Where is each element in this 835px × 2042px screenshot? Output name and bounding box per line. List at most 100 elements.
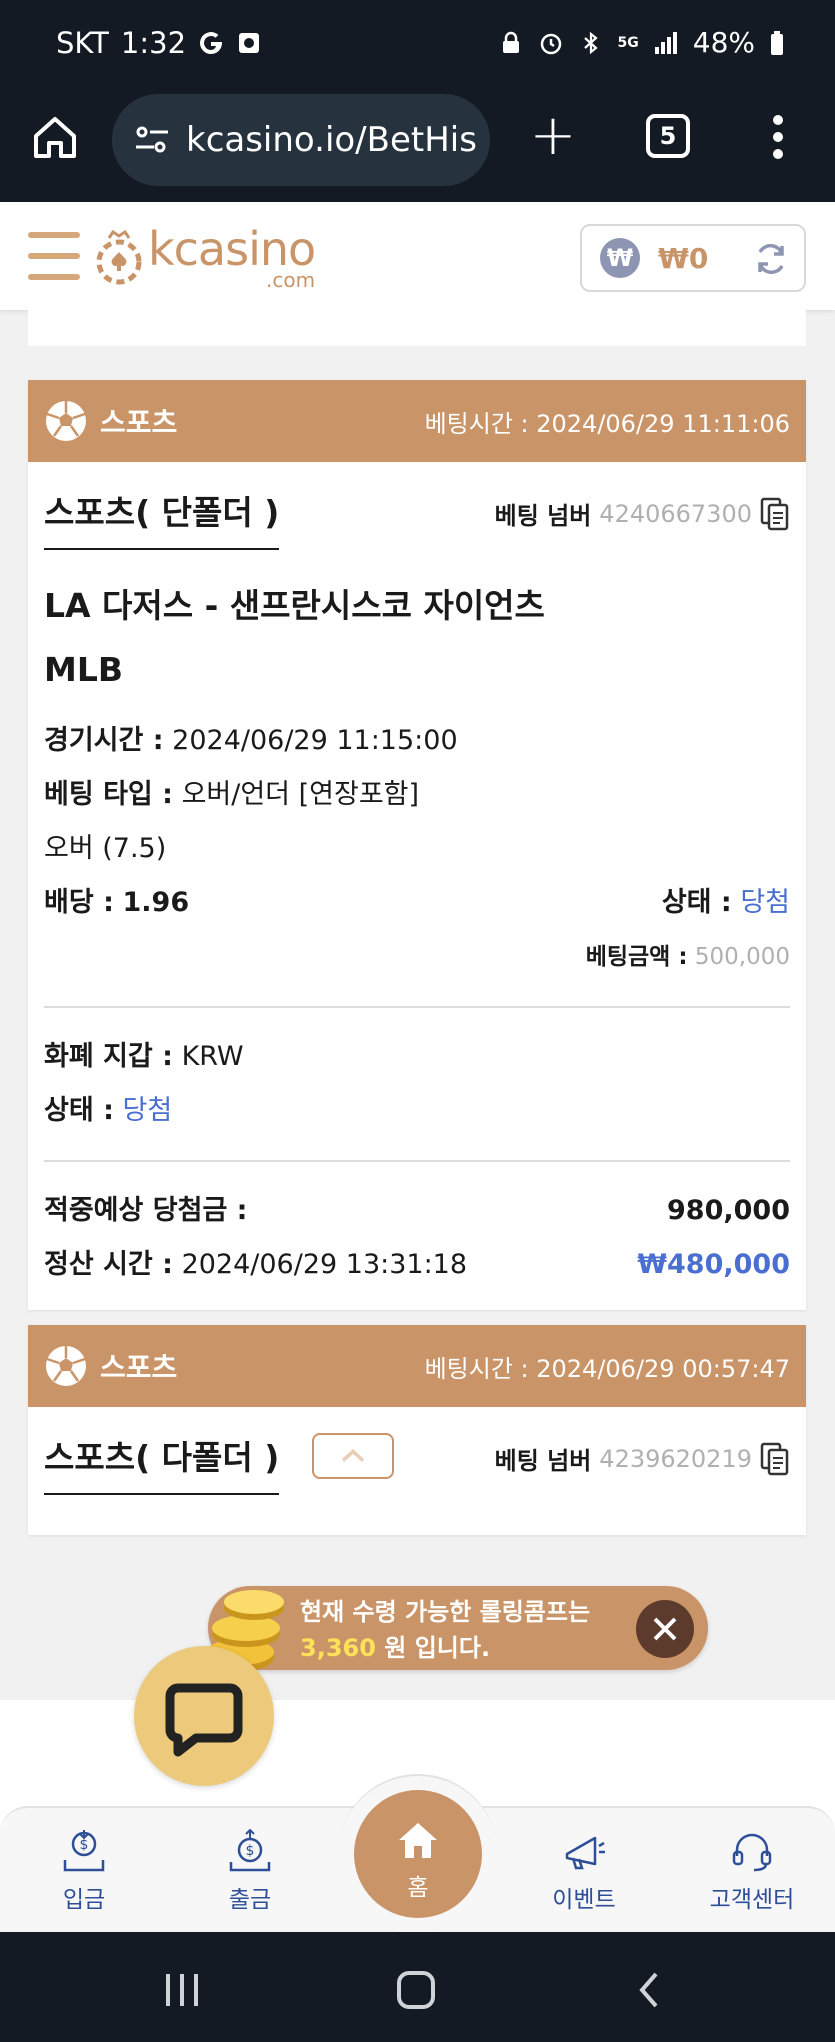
bluetooth-icon bbox=[583, 31, 598, 54]
live-chat-button[interactable] bbox=[134, 1646, 274, 1786]
status2-row: 상태 : 당첨 bbox=[44, 1084, 790, 1138]
battery-icon bbox=[771, 30, 783, 55]
home-nav-icon[interactable] bbox=[396, 1970, 436, 2010]
signal-icon bbox=[654, 31, 677, 54]
lock-icon bbox=[502, 31, 519, 53]
expand-toggle-button[interactable] bbox=[312, 1433, 394, 1479]
status-label: 상태 : bbox=[661, 887, 732, 918]
bet-number-label: 베팅 넘버 bbox=[494, 502, 592, 530]
selection-value: 오버 (7.5) bbox=[44, 833, 167, 864]
app-notification-icon bbox=[239, 33, 260, 53]
divider bbox=[44, 1160, 790, 1162]
bet-time: 베팅시간 : 2024/06/29 00:57:47 bbox=[424, 1354, 790, 1383]
amount-label: 베팅금액 : bbox=[585, 944, 688, 970]
logo-text: kcasino bbox=[148, 222, 316, 276]
divider bbox=[44, 1006, 790, 1008]
game-time-label: 경기시간 : bbox=[44, 725, 164, 756]
site-header: kcasino .com ₩ ₩0 bbox=[0, 202, 835, 310]
bet-time: 베팅시간 : 2024/06/29 11:11:06 bbox=[424, 409, 790, 438]
expected-label: 적중예상 당첨금 : bbox=[44, 1195, 248, 1226]
google-icon bbox=[200, 32, 223, 55]
nav-events[interactable]: 이벤트 bbox=[524, 1828, 644, 1914]
nav-deposit[interactable]: $ 입금 bbox=[24, 1828, 144, 1914]
site-logo[interactable]: kcasino .com bbox=[94, 222, 316, 292]
close-button[interactable] bbox=[636, 1600, 694, 1658]
card-category: 스포츠 bbox=[100, 1351, 178, 1384]
amount-value: 500,000 bbox=[694, 944, 790, 970]
betting-type-row: 베팅 타입 : 오버/언더 [연장포함] bbox=[44, 768, 790, 822]
copy-icon[interactable] bbox=[760, 497, 790, 531]
soccer-ball-icon bbox=[46, 1346, 86, 1386]
odds-row: 배당 : 1.96 상태 : 당첨 bbox=[44, 876, 790, 930]
balance-box: ₩ ₩0 bbox=[580, 224, 806, 292]
bet-type-title: 스포츠( 단폴더 ) bbox=[44, 486, 280, 550]
betting-type-value: 오버/언더 [연장포함] bbox=[181, 779, 420, 810]
copy-icon[interactable] bbox=[760, 1442, 790, 1476]
promo-line2: 원 입니다. bbox=[384, 1634, 491, 1662]
overflow-menu-icon[interactable] bbox=[768, 112, 788, 162]
match-title: LA 다저스 - 샌프란시스코 자이언츠 bbox=[44, 586, 545, 625]
wallet-value: KRW bbox=[181, 1041, 244, 1072]
expected-value: 980,000 bbox=[667, 1195, 790, 1226]
nav-support[interactable]: 고객센터 bbox=[692, 1828, 812, 1914]
won-icon: ₩ bbox=[600, 238, 640, 278]
nav-label: 홈 bbox=[407, 1875, 429, 1901]
url-text: kcasino.io/BetHis bbox=[186, 120, 476, 160]
nav-label: 고객센터 bbox=[709, 1887, 795, 1913]
tab-switcher-button[interactable]: 5 bbox=[646, 114, 690, 158]
status2-label: 상태 : bbox=[44, 1095, 114, 1126]
odds-value: 1.96 bbox=[122, 887, 190, 918]
balance-amount: ₩0 bbox=[658, 241, 709, 275]
settle-label: 정산 시간 : bbox=[44, 1249, 173, 1280]
refresh-icon[interactable] bbox=[752, 240, 790, 278]
settle-row: 정산 시간 : 2024/06/29 13:31:18 ₩480,000 bbox=[44, 1238, 790, 1310]
league-name: MLB bbox=[44, 650, 124, 689]
card-category: 스포츠 bbox=[100, 406, 178, 439]
status2-value: 당첨 bbox=[122, 1095, 173, 1126]
bet-number-value: 4239620219 bbox=[599, 1444, 752, 1473]
chevron-up-icon bbox=[341, 1448, 365, 1462]
browser-toolbar: kcasino.io/BetHis + 5 bbox=[0, 90, 835, 202]
system-navigation-bar bbox=[0, 1932, 835, 2042]
nav-withdraw[interactable]: $ 출금 bbox=[190, 1828, 310, 1914]
nav-label: 출금 bbox=[228, 1887, 272, 1913]
chat-bubble-icon bbox=[165, 1683, 243, 1757]
game-time-row: 경기시간 : 2024/06/29 11:15:00 bbox=[44, 714, 790, 768]
recent-apps-icon[interactable] bbox=[162, 1970, 202, 2010]
bet-number: 베팅 넘버 4240667300 bbox=[495, 496, 790, 531]
hamburger-menu-icon[interactable] bbox=[28, 232, 80, 282]
amount-row: 베팅금액 : 500,000 bbox=[44, 930, 790, 984]
bet-number: 베팅 넘버 4239620219 bbox=[495, 1441, 790, 1476]
settle-value: 2024/06/29 13:31:18 bbox=[181, 1249, 468, 1280]
address-bar[interactable]: kcasino.io/BetHis bbox=[112, 94, 490, 186]
expected-row: 적중예상 당첨금 : 980,000 bbox=[44, 1184, 790, 1238]
bet-card: 스포츠 베팅시간 : 2024/06/29 11:11:06 스포츠( 단폴더 … bbox=[28, 380, 806, 1310]
payout-value: ₩480,000 bbox=[637, 1249, 790, 1280]
bet-number-value: 4240667300 bbox=[599, 499, 752, 528]
nav-label: 이벤트 bbox=[552, 1887, 616, 1913]
promo-line1: 현재 수령 가능한 롤링콤프는 bbox=[300, 1598, 591, 1626]
wallet-label: 화폐 지갑 : bbox=[44, 1041, 173, 1072]
carrier-label: SKT bbox=[56, 26, 109, 60]
logo-domain: .com bbox=[266, 268, 316, 292]
browser-home-icon[interactable] bbox=[30, 112, 80, 162]
network-type: 5G bbox=[617, 34, 639, 51]
status-value: 당첨 bbox=[740, 887, 790, 918]
soccer-ball-icon bbox=[46, 401, 86, 441]
back-icon[interactable] bbox=[630, 1970, 670, 2010]
home-icon bbox=[399, 1823, 437, 1858]
poker-chip-icon bbox=[96, 229, 142, 285]
site-settings-icon[interactable] bbox=[132, 120, 172, 160]
nav-home[interactable]: 홈 bbox=[354, 1790, 482, 1918]
wallet-row: 화폐 지갑 : KRW bbox=[44, 1030, 790, 1084]
game-time-value: 2024/06/29 11:15:00 bbox=[172, 725, 458, 756]
svg-text:$: $ bbox=[246, 1843, 255, 1859]
withdraw-icon: $ bbox=[229, 1828, 271, 1872]
selection-row: 오버 (7.5) bbox=[44, 822, 790, 876]
previous-card-bottom bbox=[28, 310, 806, 346]
promo-amount: 3,360 bbox=[300, 1634, 376, 1662]
status-bar: SKT 1:32 5G 48% bbox=[0, 0, 835, 90]
nav-label: 입금 bbox=[62, 1887, 106, 1913]
card-header: 스포츠 베팅시간 : 2024/06/29 11:11:06 bbox=[28, 380, 806, 462]
new-tab-button[interactable]: + bbox=[528, 108, 578, 164]
